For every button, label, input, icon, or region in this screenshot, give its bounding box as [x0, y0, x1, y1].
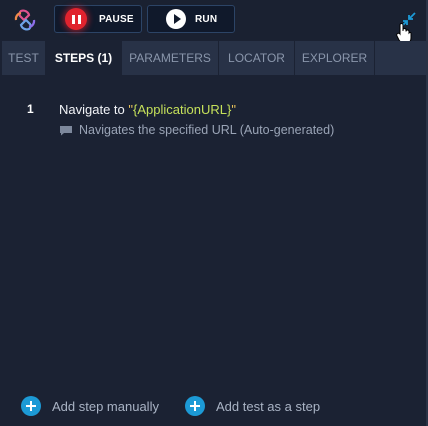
step-action: Navigate to	[59, 102, 125, 117]
comment-icon	[60, 125, 72, 135]
footer: Add step manually Add test as a step	[0, 396, 428, 420]
add-step-manually-button[interactable]: Add step manually	[21, 396, 159, 416]
plus-icon	[185, 396, 205, 416]
steps-panel: 1 Navigate to "{ApplicationURL}" Navigat…	[2, 75, 426, 425]
add-test-label: Add test as a step	[216, 398, 321, 414]
plus-icon	[21, 396, 41, 416]
add-test-as-step-button[interactable]: Add test as a step	[185, 396, 320, 416]
tab-bar: TEST STEPS (1) PARAMETERS LOCATOR EXPLOR…	[2, 41, 426, 75]
add-step-label: Add step manually	[52, 398, 159, 414]
tab-test[interactable]: TEST	[2, 41, 46, 75]
run-button-label: RUN	[195, 13, 218, 25]
pause-button[interactable]: PAUSE	[54, 5, 142, 33]
step-description-text: Navigates the specified URL (Auto-genera…	[79, 123, 335, 137]
toolbar: PAUSE RUN	[0, 0, 428, 44]
step-close-quote: "	[231, 102, 236, 117]
tab-label: PARAMETERS	[129, 51, 211, 65]
tab-explorer[interactable]: EXPLORER	[295, 41, 375, 75]
step-title: Navigate to "{ApplicationURL}"	[59, 102, 236, 117]
step-param: {ApplicationURL}	[133, 102, 232, 117]
tab-label: EXPLORER	[301, 51, 368, 65]
tab-label: TEST	[8, 51, 39, 65]
tab-locator[interactable]: LOCATOR	[219, 41, 295, 75]
step-description: Navigates the specified URL (Auto-genera…	[59, 123, 334, 137]
tab-steps[interactable]: STEPS (1)	[46, 41, 122, 75]
pause-button-label: PAUSE	[99, 13, 134, 25]
tab-label: LOCATOR	[228, 51, 285, 65]
pause-icon	[65, 8, 87, 30]
play-icon	[166, 9, 186, 29]
tab-parameters[interactable]: PARAMETERS	[122, 41, 219, 75]
step-number: 1	[27, 102, 34, 116]
logo-icon[interactable]	[12, 7, 38, 33]
run-button[interactable]: RUN	[147, 5, 235, 33]
tab-label: STEPS (1)	[54, 51, 113, 65]
